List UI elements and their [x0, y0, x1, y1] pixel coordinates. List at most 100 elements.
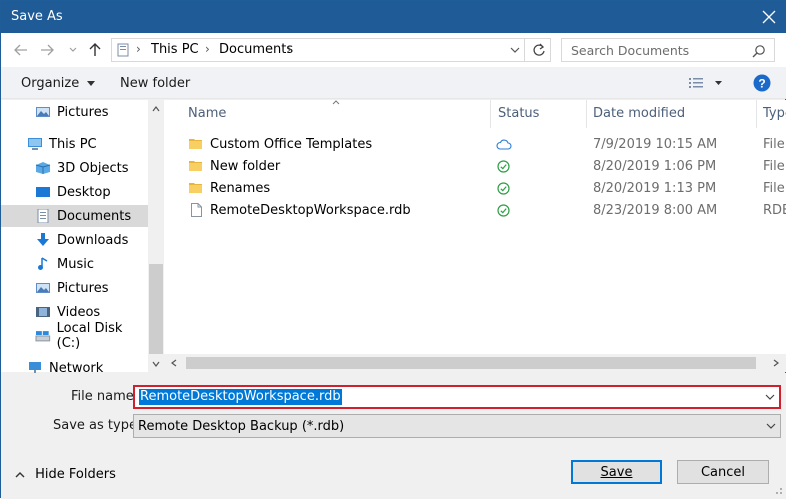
cube-icon [35, 162, 51, 174]
check-circle-icon [497, 182, 510, 195]
column-header-type[interactable]: Type [763, 106, 786, 121]
new-folder-button[interactable]: New folder [120, 76, 190, 91]
scrollbar-thumb[interactable] [186, 357, 756, 369]
scroll-left-icon [171, 359, 177, 367]
file-date: 8/20/2019 1:13 PM [593, 181, 717, 196]
close-icon [762, 10, 776, 24]
refresh-button[interactable] [532, 42, 546, 62]
file-row[interactable]: Custom Office Templates 7/9/2019 10:15 A… [164, 134, 786, 156]
save-as-type-label: Save as type: [53, 418, 142, 433]
address-bar[interactable]: › This PC › Documents › [111, 38, 551, 62]
chevron-up-icon [15, 471, 25, 477]
save-button[interactable]: Save [571, 460, 662, 484]
breadcrumb-this-pc[interactable]: This PC [151, 42, 199, 57]
breadcrumb-documents[interactable]: Documents [219, 42, 293, 57]
column-header-date-modified[interactable]: Date modified [593, 106, 685, 121]
nav-item-desktop[interactable]: Desktop [1, 181, 148, 203]
cancel-label: Cancel [700, 464, 746, 480]
navigation-scrollbar[interactable] [148, 100, 164, 372]
nav-item-label: Documents [57, 208, 132, 224]
hide-folders-button[interactable]: Hide Folders [15, 467, 116, 482]
scroll-up-icon [152, 106, 160, 112]
view-options-button[interactable] [689, 76, 723, 94]
up-button[interactable] [85, 40, 105, 60]
file-name: Custom Office Templates [210, 137, 373, 152]
navigation-pane: Pictures This PC 3D Objects Desktop Docu… [1, 100, 164, 376]
nav-item-this-pc[interactable]: This PC [1, 133, 148, 155]
nav-item-3d-objects[interactable]: 3D Objects [1, 157, 148, 179]
nav-item-downloads[interactable]: Downloads [1, 229, 148, 251]
back-button[interactable] [11, 40, 31, 60]
nav-item-label: Videos [57, 304, 101, 320]
nav-item-label: This PC [49, 136, 97, 152]
arrow-right-icon [41, 44, 54, 56]
nav-item-local-disk[interactable]: Local Disk (C:) [1, 321, 148, 351]
nav-item-label: Pictures [57, 280, 109, 296]
check-circle-icon [497, 204, 510, 217]
breadcrumb-separator-icon: › [136, 42, 141, 56]
file-type: File [763, 181, 785, 196]
file-name-field[interactable]: RemoteDesktopWorkspace.rdb [133, 385, 781, 409]
chevron-down-icon [510, 47, 520, 53]
caret-down-icon [87, 80, 96, 86]
file-list-scrollbar[interactable] [164, 354, 786, 372]
close-button[interactable] [751, 1, 786, 33]
save-as-type-select[interactable]: Remote Desktop Backup (*.rdb) [133, 414, 781, 438]
title-bar: Save As [1, 1, 786, 33]
search-icon [752, 45, 765, 58]
column-divider [586, 100, 587, 128]
forward-button[interactable] [37, 40, 57, 60]
file-name: Renames [210, 181, 271, 196]
drive-icon [35, 331, 51, 342]
sort-ascending-icon [332, 100, 340, 105]
recent-locations-button[interactable] [63, 40, 83, 60]
address-dropdown-button[interactable] [510, 41, 520, 63]
file-name-label: File name: [71, 389, 139, 404]
pictures-icon [36, 107, 50, 117]
svg-text:?: ? [758, 77, 765, 91]
arrow-left-icon [14, 44, 27, 56]
nav-item-documents[interactable]: Documents [1, 205, 148, 227]
help-icon: ? [753, 74, 771, 92]
column-divider [490, 100, 491, 128]
nav-item-pictures[interactable]: Pictures [1, 277, 148, 299]
column-header-name[interactable]: Name [188, 106, 226, 121]
address-divider [524, 39, 525, 61]
nav-item-label: 3D Objects [57, 160, 129, 176]
film-icon [36, 307, 50, 317]
documents-icon [37, 209, 49, 223]
chevron-down-icon [69, 47, 77, 52]
nav-item-pictures[interactable]: Pictures [1, 101, 148, 123]
breadcrumb-separator-icon: › [287, 42, 292, 56]
nav-item-music[interactable]: Music [1, 253, 148, 275]
computer-icon [28, 138, 42, 150]
desktop-icon [36, 187, 50, 197]
file-icon [191, 203, 202, 217]
nav-item-videos[interactable]: Videos [1, 301, 148, 323]
help-button[interactable]: ? [753, 74, 771, 96]
resize-grip-icon[interactable] [773, 485, 783, 495]
file-date: 8/23/2019 8:00 AM [593, 203, 718, 218]
scroll-right-icon [773, 359, 779, 367]
search-placeholder: Search Documents [571, 43, 690, 58]
chevron-down-icon [766, 423, 776, 429]
file-type: RDB [763, 203, 786, 218]
file-date: 7/9/2019 10:15 AM [593, 137, 718, 152]
file-row[interactable]: Renames 8/20/2019 1:13 PM File [164, 178, 786, 200]
cancel-button[interactable]: Cancel [677, 460, 769, 484]
column-header-status[interactable]: Status [498, 106, 539, 121]
nav-item-label: Desktop [57, 184, 111, 200]
music-icon [38, 257, 48, 270]
file-row[interactable]: RemoteDesktopWorkspace.rdb 8/23/2019 8:0… [164, 200, 786, 222]
save-label: Save [600, 464, 633, 480]
file-name-value: RemoteDesktopWorkspace.rdb [139, 389, 342, 405]
file-row[interactable]: New folder 8/20/2019 1:06 PM File [164, 156, 786, 178]
download-icon [37, 233, 49, 246]
navigation-bar: › This PC › Documents › Search Documents [1, 33, 786, 67]
organize-label: Organize [21, 76, 80, 91]
file-name: RemoteDesktopWorkspace.rdb [210, 203, 411, 218]
scrollbar-thumb[interactable] [149, 264, 163, 354]
file-type: File [763, 159, 785, 174]
search-input[interactable]: Search Documents [561, 38, 775, 62]
organize-menu[interactable]: Organize [21, 76, 96, 91]
